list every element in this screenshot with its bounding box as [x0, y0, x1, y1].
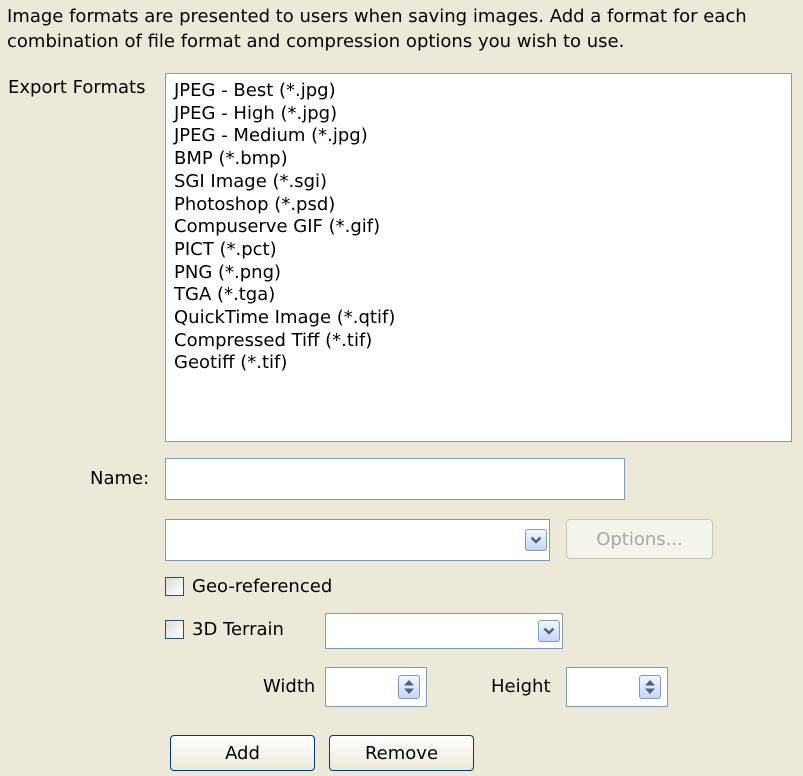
- add-button[interactable]: Add: [170, 735, 315, 771]
- list-item[interactable]: PNG (*.png): [174, 262, 791, 285]
- list-item[interactable]: SGI Image (*.sgi): [174, 171, 791, 194]
- chevron-down-icon-glyph: [530, 536, 542, 544]
- 3d-terrain-checkbox[interactable]: [165, 620, 184, 639]
- 3d-terrain-label: 3D Terrain: [192, 619, 284, 640]
- spinner-arrows-icon[interactable]: [398, 675, 420, 699]
- list-item[interactable]: BMP (*.bmp): [174, 148, 791, 171]
- list-item[interactable]: JPEG - Best (*.jpg): [174, 80, 791, 103]
- name-input[interactable]: [165, 458, 625, 500]
- list-item[interactable]: TGA (*.tga): [174, 284, 791, 307]
- geo-referenced-checkbox[interactable]: [165, 577, 184, 596]
- spinner-arrows-icon-glyph: [404, 680, 414, 694]
- name-label: Name:: [90, 468, 150, 489]
- list-item[interactable]: PICT (*.pct): [174, 239, 791, 262]
- list-item[interactable]: Photoshop (*.psd): [174, 194, 791, 217]
- export-formats-list[interactable]: JPEG - Best (*.jpg) JPEG - High (*.jpg) …: [165, 73, 792, 442]
- spinner-arrows-icon-glyph: [645, 680, 655, 694]
- remove-button[interactable]: Remove: [329, 735, 474, 771]
- list-item[interactable]: QuickTime Image (*.qtif): [174, 307, 791, 330]
- height-spinner[interactable]: [566, 667, 668, 707]
- list-item[interactable]: Compuserve GIF (*.gif): [174, 216, 791, 239]
- list-item[interactable]: Geotiff (*.tif): [174, 352, 791, 375]
- width-spinner[interactable]: [325, 667, 427, 707]
- list-item[interactable]: Compressed Tiff (*.tif): [174, 330, 791, 353]
- geo-referenced-label: Geo-referenced: [192, 576, 333, 597]
- list-item[interactable]: JPEG - Medium (*.jpg): [174, 125, 791, 148]
- chevron-down-icon[interactable]: [538, 620, 560, 642]
- export-formats-label: Export Formats: [8, 77, 146, 98]
- 3d-terrain-select[interactable]: [325, 613, 563, 649]
- list-item[interactable]: JPEG - High (*.jpg): [174, 103, 791, 126]
- description-text: Image formats are presented to users whe…: [7, 6, 747, 52]
- format-select[interactable]: [165, 519, 550, 561]
- width-label: Width: [263, 676, 316, 697]
- chevron-down-icon[interactable]: [525, 529, 547, 551]
- options-button[interactable]: Options...: [566, 519, 713, 559]
- height-label: Height: [491, 676, 551, 697]
- chevron-down-icon-glyph: [543, 627, 555, 635]
- spinner-arrows-icon[interactable]: [639, 675, 661, 699]
